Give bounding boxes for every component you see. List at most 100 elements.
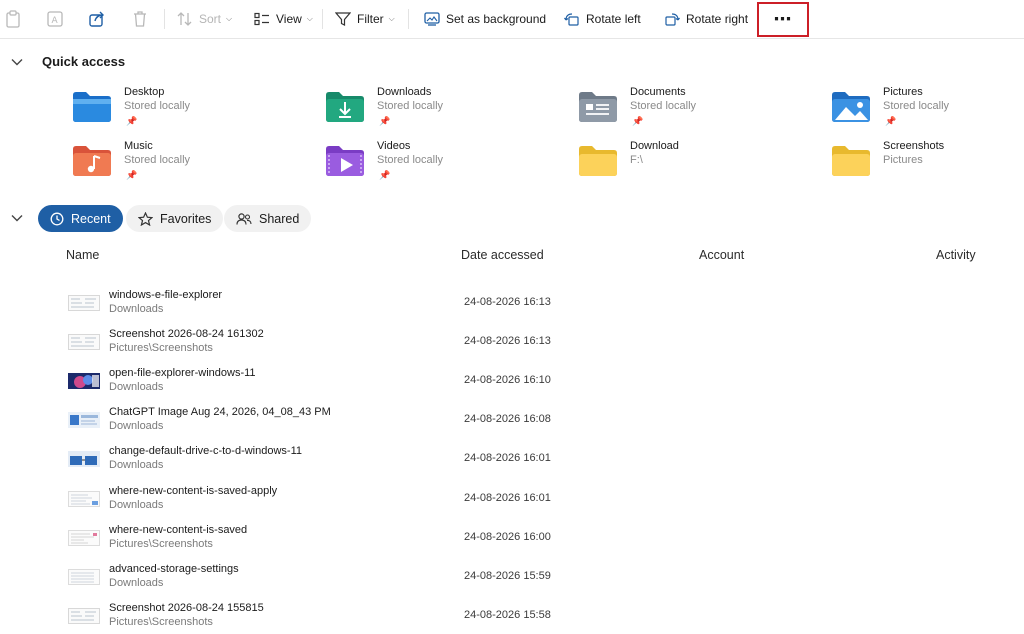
- music-folder-icon: [73, 146, 111, 176]
- tab-recent-label: Recent: [71, 211, 111, 226]
- folder-icon: [579, 146, 617, 176]
- downloads-folder-icon: [326, 92, 364, 122]
- pin-icon: 📌: [632, 116, 644, 126]
- quick-access-item-pictures[interactable]: Pictures Stored locally 📌: [831, 86, 1024, 136]
- rotate-left-button[interactable]: Rotate left: [564, 8, 641, 30]
- file-thumbnail-icon: [68, 491, 100, 507]
- tile-subtitle: F:\: [630, 154, 643, 166]
- pin-icon: 📌: [885, 116, 897, 126]
- table-row[interactable]: Screenshot 2026-08-24 161302 Pictures\Sc…: [68, 328, 1008, 367]
- file-thumbnail-icon: [68, 412, 100, 428]
- star-icon: [138, 211, 153, 226]
- file-date-accessed: 24-08-2026 15:58: [464, 609, 551, 621]
- more-options-icon: ⋯: [773, 9, 793, 29]
- table-row[interactable]: where-new-content-is-saved Pictures\Scre…: [68, 524, 1008, 563]
- tile-name: Music: [124, 140, 153, 152]
- file-thumbnail-icon: [68, 608, 100, 624]
- column-header-name[interactable]: Name: [66, 248, 99, 262]
- filter-button[interactable]: Filter ⌵: [335, 8, 395, 30]
- quick-access-item-download[interactable]: Download F:\: [578, 140, 798, 190]
- file-location: Pictures\Screenshots: [109, 342, 213, 354]
- tile-subtitle: Stored locally: [377, 154, 444, 166]
- quick-access-item-videos[interactable]: Videos Stored locally 📌: [325, 140, 545, 190]
- file-name: where-new-content-is-saved: [109, 524, 248, 536]
- file-date-accessed: 24-08-2026 16:01: [464, 492, 551, 504]
- rename-icon[interactable]: A: [44, 8, 66, 30]
- tab-recent[interactable]: Recent: [38, 205, 123, 232]
- table-row[interactable]: advanced-storage-settings Downloads 24-0…: [68, 563, 1008, 602]
- people-icon: [236, 212, 252, 225]
- file-name: windows-e-file-explorer: [109, 289, 223, 301]
- column-header-activity[interactable]: Activity: [936, 248, 976, 262]
- column-header-date-accessed[interactable]: Date accessed: [461, 248, 544, 262]
- quick-access-item-documents[interactable]: Documents Stored locally 📌: [578, 86, 798, 136]
- rotate-left-label: Rotate left: [586, 12, 641, 26]
- filter-icon: [335, 12, 351, 26]
- rotate-right-icon: [665, 13, 680, 26]
- view-button[interactable]: View ⌵: [254, 8, 313, 30]
- pin-icon: 📌: [379, 170, 391, 180]
- clock-icon: [50, 212, 64, 225]
- set-background-label: Set as background: [446, 12, 547, 26]
- file-location: Downloads: [109, 381, 164, 393]
- file-name: advanced-storage-settings: [109, 563, 239, 575]
- tile-name: Pictures: [883, 86, 923, 98]
- view-icon: [254, 12, 269, 26]
- tile-name: Videos: [377, 140, 411, 152]
- tile-subtitle: Pictures: [883, 154, 923, 166]
- quick-access-item-screenshots[interactable]: Screenshots Pictures: [831, 140, 1024, 190]
- desktop-folder-icon: [73, 92, 111, 122]
- tab-shared-label: Shared: [259, 211, 300, 226]
- tile-subtitle: Stored locally: [377, 100, 444, 112]
- chevron-down-icon: ⌵: [306, 14, 313, 23]
- tile-subtitle: Stored locally: [124, 154, 191, 166]
- column-header-account[interactable]: Account: [699, 248, 744, 262]
- file-date-accessed: 24-08-2026 16:08: [464, 413, 551, 425]
- table-row[interactable]: ChatGPT Image Aug 24, 2026, 04_08_43 PM …: [68, 406, 1008, 445]
- file-date-accessed: 24-08-2026 16:13: [464, 296, 551, 308]
- rotate-right-label: Rotate right: [686, 12, 749, 26]
- file-thumbnail-icon: [68, 334, 100, 350]
- quick-access-item-desktop[interactable]: Desktop Stored locally 📌: [72, 86, 292, 136]
- collapse-recent-chevron-icon[interactable]: [10, 211, 24, 225]
- toolbar-separator: [322, 9, 323, 29]
- table-row[interactable]: change-default-drive-c-to-d-windows-11 D…: [68, 445, 1008, 484]
- delete-icon[interactable]: [129, 8, 151, 30]
- tab-favorites[interactable]: Favorites: [126, 205, 224, 232]
- set-background-icon: [424, 12, 440, 26]
- file-location: Downloads: [109, 577, 164, 589]
- paste-icon[interactable]: [2, 8, 24, 30]
- file-date-accessed: 24-08-2026 15:59: [464, 570, 551, 582]
- table-row[interactable]: windows-e-file-explorer Downloads 24-08-…: [68, 289, 1008, 328]
- pin-icon: 📌: [379, 116, 391, 126]
- file-thumbnail-icon: [68, 569, 100, 585]
- sort-icon: [177, 12, 192, 26]
- table-row[interactable]: Screenshot 2026-08-24 155815 Pictures\Sc…: [68, 602, 1008, 634]
- quick-access-item-downloads[interactable]: Downloads Stored locally 📌: [325, 86, 545, 136]
- file-location: Pictures\Screenshots: [109, 616, 213, 628]
- sort-button[interactable]: Sort ⌵: [177, 8, 232, 30]
- file-date-accessed: 24-08-2026 16:13: [464, 335, 551, 347]
- quick-access-item-music[interactable]: Music Stored locally 📌: [72, 140, 292, 190]
- file-location: Downloads: [109, 459, 164, 471]
- sort-label: Sort: [199, 12, 222, 26]
- file-thumbnail-icon: [68, 373, 100, 389]
- collapse-quick-access-chevron-icon[interactable]: [10, 55, 24, 69]
- table-row[interactable]: open-file-explorer-windows-11 Downloads …: [68, 367, 1008, 406]
- set-as-background-button[interactable]: Set as background: [424, 8, 546, 30]
- pin-icon: 📌: [126, 116, 138, 126]
- rotate-right-button[interactable]: Rotate right: [664, 8, 748, 30]
- file-name: Screenshot 2026-08-24 161302: [109, 328, 264, 340]
- toolbar-separator: [164, 9, 165, 29]
- tab-shared[interactable]: Shared: [224, 205, 312, 232]
- share-icon[interactable]: [86, 8, 108, 30]
- file-name: ChatGPT Image Aug 24, 2026, 04_08_43 PM: [109, 406, 331, 418]
- tab-favorites-label: Favorites: [160, 211, 212, 226]
- view-label: View: [276, 12, 302, 26]
- see-more-button[interactable]: ⋯: [757, 2, 809, 37]
- tile-subtitle: Stored locally: [630, 100, 697, 112]
- file-location: Downloads: [109, 499, 164, 511]
- videos-folder-icon: [326, 146, 364, 176]
- file-date-accessed: 24-08-2026 16:10: [464, 374, 551, 386]
- table-row[interactable]: where-new-content-is-saved-apply Downloa…: [68, 485, 1008, 524]
